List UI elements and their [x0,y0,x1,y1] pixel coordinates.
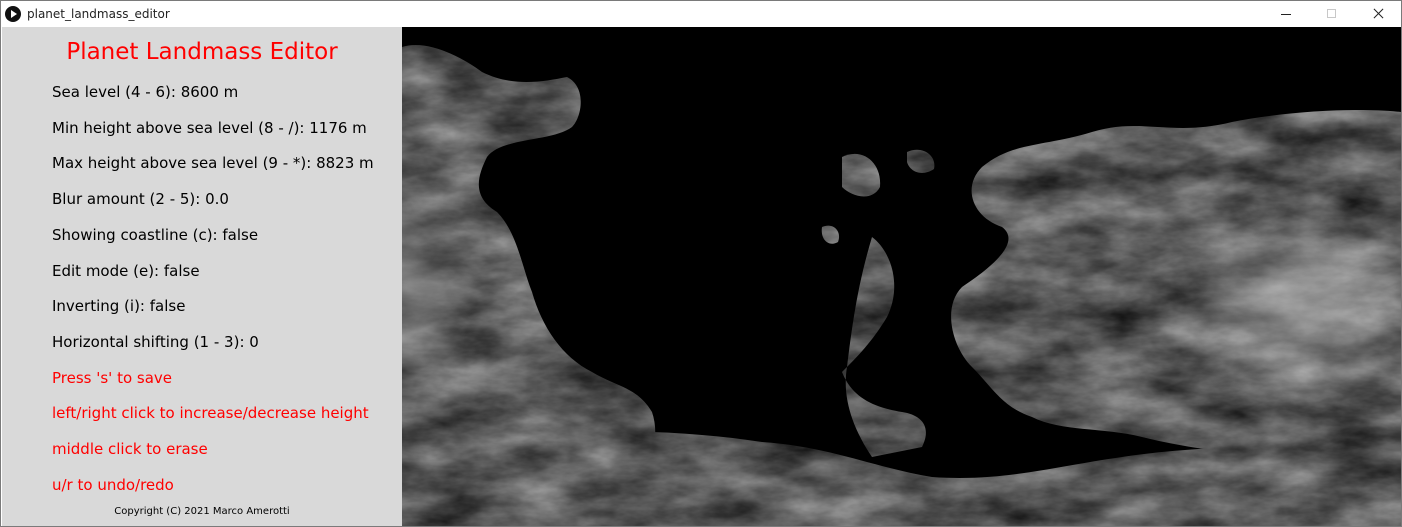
title-bar[interactable]: planet_landmass_editor [1,1,1401,27]
max-height-setting: Max height above sea level (9 - *): 8823… [52,154,374,172]
inverting-setting: Inverting (i): false [52,297,186,315]
horizontal-shifting-setting: Horizontal shifting (1 - 3): 0 [52,333,259,351]
min-height-setting: Min height above sea level (8 - /): 1176… [52,119,367,137]
settings-panel: Planet Landmass Editor Sea level (4 - 6)… [2,27,402,526]
window-controls [1263,1,1401,27]
copyright-text: Copyright (C) 2021 Marco Amerotti [114,506,290,517]
undo-redo-instruction: u/r to undo/redo [52,476,174,494]
app-window: planet_landmass_editor Planet Landmass E… [0,0,1402,527]
erase-instruction: middle click to erase [52,440,208,458]
heightmap-image[interactable] [402,27,1401,526]
blur-amount-setting: Blur amount (2 - 5): 0.0 [52,190,229,208]
play-circle-icon [5,6,21,22]
edit-mode-setting: Edit mode (e): false [52,262,200,280]
coastline-setting: Showing coastline (c): false [52,226,259,244]
heightmap-canvas[interactable] [402,27,1401,526]
height-instruction: left/right click to increase/decrease he… [52,404,369,422]
window-title: planet_landmass_editor [27,7,170,21]
maximize-button[interactable] [1309,1,1355,27]
save-instruction: Press 's' to save [52,369,173,387]
panel-title: Planet Landmass Editor [66,39,338,65]
sea-level-setting: Sea level (4 - 6): 8600 m [52,83,239,101]
close-button[interactable] [1355,1,1401,27]
minimize-button[interactable] [1263,1,1309,27]
